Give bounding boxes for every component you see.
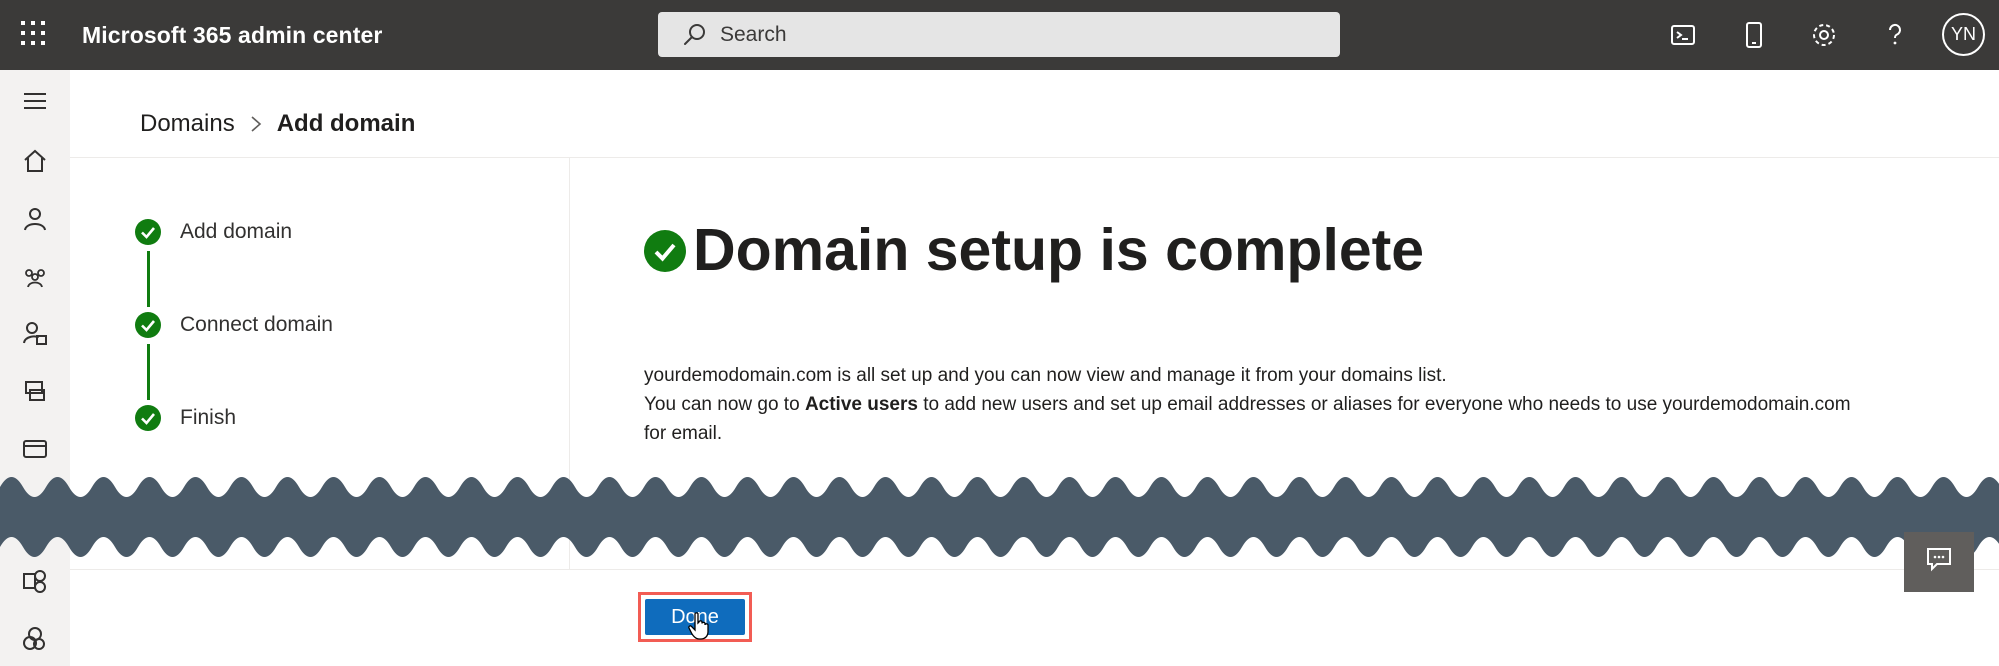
divider: [70, 157, 1999, 158]
mobile-icon[interactable]: [1739, 20, 1769, 50]
step-connector: [147, 344, 150, 400]
group-icon[interactable]: [22, 264, 48, 290]
chevron-right-icon: [251, 116, 261, 132]
app-title[interactable]: Microsoft 365 admin center: [82, 0, 382, 70]
top-bar: Microsoft 365 admin center YN: [0, 0, 1999, 70]
text-segment: to add new users and set up email addres…: [917, 394, 1851, 415]
exchange-icon[interactable]: [22, 568, 48, 594]
check-circle-icon: [135, 219, 161, 245]
avatar[interactable]: YN: [1942, 13, 1985, 56]
step-label: Finish: [180, 406, 237, 429]
search-input[interactable]: [720, 12, 1310, 57]
user-icon[interactable]: [22, 206, 48, 232]
feedback-button[interactable]: [1904, 532, 1974, 592]
search-box[interactable]: [658, 12, 1340, 57]
menu-icon[interactable]: [22, 88, 48, 114]
terminal-icon[interactable]: [1668, 20, 1698, 50]
step-connector: [147, 251, 150, 307]
left-nav: [0, 70, 70, 666]
description-line: yourdemodomain.com is all set up and you…: [644, 365, 1447, 386]
chat-icon: [1927, 548, 1951, 572]
check-circle-icon: [135, 405, 161, 431]
breadcrumb-domains-link[interactable]: Domains: [140, 110, 235, 137]
step-label: Add domain: [180, 220, 293, 243]
breadcrumb-current: Add domain: [276, 110, 416, 137]
home-icon[interactable]: [22, 148, 48, 174]
description-line: You can now go to Active users to add ne…: [644, 391, 1851, 419]
description-line: for email.: [644, 423, 723, 444]
sharepoint-icon[interactable]: [22, 626, 48, 652]
text-segment: You can now go to: [644, 394, 805, 415]
devices-icon[interactable]: [22, 378, 48, 404]
hand-cursor-icon: [688, 612, 709, 640]
gear-icon[interactable]: [1809, 20, 1839, 50]
active-users-reference: Active users: [804, 394, 918, 415]
breadcrumb: Domains Add domain: [140, 104, 415, 144]
search-icon: [684, 24, 705, 45]
billing-icon[interactable]: [22, 436, 48, 462]
roles-icon[interactable]: [22, 320, 48, 346]
step-label: Connect domain: [180, 313, 333, 336]
waffle-icon[interactable]: [20, 20, 46, 46]
divider: [70, 569, 1999, 570]
check-circle-icon: [135, 312, 161, 338]
wave-cut-band: [0, 467, 1999, 567]
page-title: Domain setup is complete: [693, 217, 1425, 283]
help-icon[interactable]: [1880, 20, 1910, 50]
check-circle-icon: [644, 230, 686, 272]
